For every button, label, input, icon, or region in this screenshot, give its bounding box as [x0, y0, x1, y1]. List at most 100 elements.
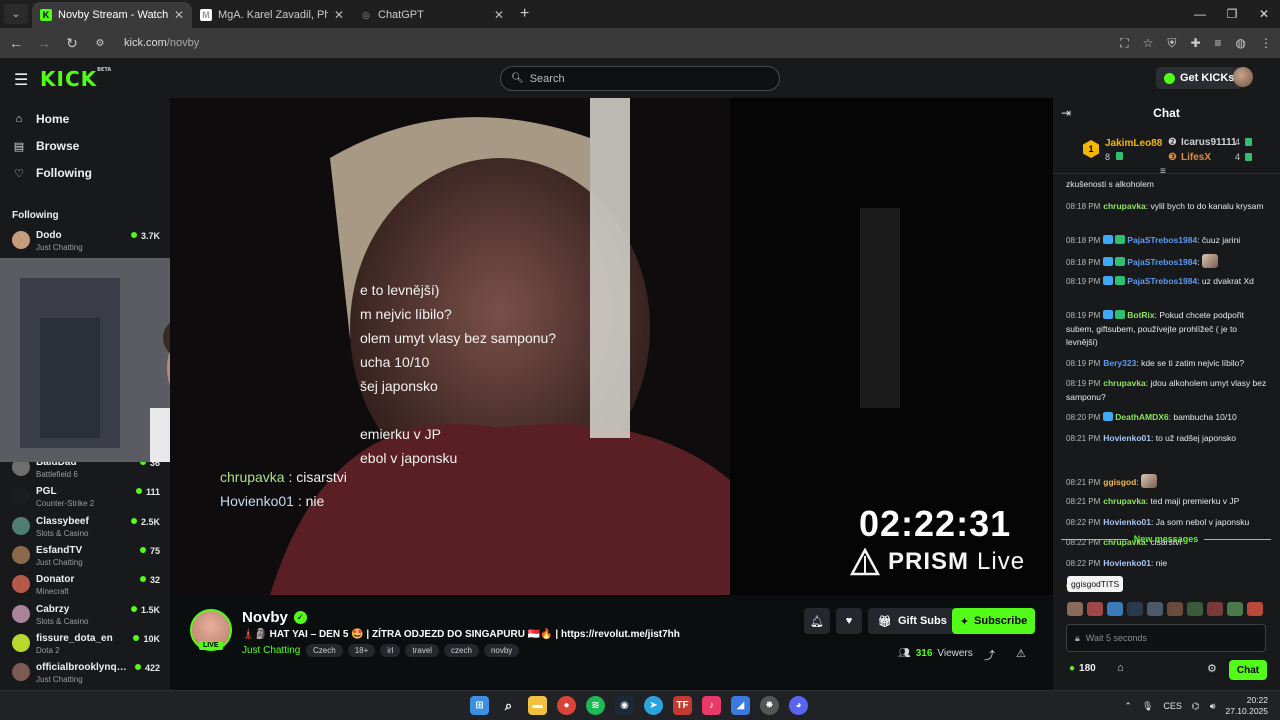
report-icon[interactable]: ⚠: [1016, 647, 1026, 660]
message-username[interactable]: chrupavka: [1103, 537, 1146, 547]
stream-tag[interactable]: irl: [380, 644, 401, 657]
forward-icon[interactable]: →: [36, 35, 52, 51]
sidebar-item-browse[interactable]: ▤ Browse: [12, 139, 80, 153]
sidebar-channel[interactable]: PGL Counter-Strike 2 111: [12, 485, 160, 513]
menu-icon[interactable]: ☰: [14, 70, 28, 90]
close-tab-icon[interactable]: ✕: [494, 8, 504, 22]
quick-emote-icon[interactable]: [1107, 602, 1123, 616]
media-controls-icon[interactable]: ≡: [1215, 36, 1222, 51]
chrome-icon[interactable]: ●: [557, 696, 576, 715]
file-explorer-icon[interactable]: ▬: [528, 696, 547, 715]
channel-points[interactable]: 180: [1069, 663, 1096, 674]
site-info-icon[interactable]: ⚙: [92, 38, 108, 49]
translate-icon[interactable]: ⛶: [1120, 36, 1128, 51]
message-username[interactable]: PajaSTrebos1984: [1127, 235, 1197, 245]
store-icon[interactable]: ⌂: [1117, 662, 1124, 674]
browser-menu-icon[interactable]: ⋮: [1260, 36, 1272, 51]
message-username[interactable]: PajaSTrebos1984: [1127, 276, 1197, 286]
notifications-button[interactable]: 🔔︎: [804, 608, 830, 634]
taskbar-search-icon[interactable]: ⌕: [499, 696, 518, 715]
sidebar-channel[interactable]: Dodo Just Chatting 3.7K: [12, 229, 160, 257]
follow-button[interactable]: ♥: [836, 608, 862, 634]
stream-tag[interactable]: travel: [405, 644, 440, 657]
message-username[interactable]: Hovienko01: [1103, 558, 1151, 568]
message-username[interactable]: Hovienko01: [1103, 433, 1151, 443]
discord-icon[interactable]: ◕: [789, 696, 808, 715]
user-avatar[interactable]: [1233, 67, 1253, 87]
share-icon[interactable]: ⤴: [984, 647, 995, 663]
sidebar-channel[interactable]: EsfandTV Just Chatting 75: [12, 544, 160, 572]
browser-tab[interactable]: M MgA. Karel Zavadil, Ph.D. ✕: [192, 2, 352, 28]
send-chat-button[interactable]: Chat: [1229, 660, 1267, 680]
network-app-icon[interactable]: ✸: [760, 696, 779, 715]
back-icon[interactable]: ←: [8, 35, 24, 51]
quick-emote-icon[interactable]: [1127, 602, 1143, 616]
quick-emote-icon[interactable]: [1167, 602, 1183, 616]
extension-shield-icon[interactable]: ⛨: [1167, 36, 1176, 51]
message-username[interactable]: BotRix: [1127, 310, 1154, 320]
browser-tab[interactable]: ◎ ChatGPT ✕: [352, 2, 512, 28]
profile-icon[interactable]: ◍: [1236, 36, 1246, 51]
extensions-icon[interactable]: ✚: [1190, 36, 1200, 51]
chat-settings-icon[interactable]: ⚙: [1207, 662, 1217, 675]
message-username[interactable]: Bery323: [1103, 358, 1136, 368]
sidebar-item-following[interactable]: ♡ Following: [12, 166, 92, 180]
quick-emote-icon[interactable]: [1247, 602, 1263, 616]
sidebar-channel[interactable]: fissure_dota_en Dota 2 10K: [12, 632, 160, 660]
tiktok-icon[interactable]: ♪: [702, 696, 721, 715]
message-username[interactable]: chrupavka: [1103, 201, 1146, 211]
gift-subs-button[interactable]: 🎁︎ Gift Subs: [868, 608, 957, 634]
language-indicator[interactable]: CES: [1163, 701, 1182, 711]
minimize-icon[interactable]: —: [1184, 0, 1216, 28]
telegram-icon[interactable]: ➤: [644, 696, 663, 715]
app-icon[interactable]: ◢: [731, 696, 750, 715]
close-tab-icon[interactable]: ✕: [174, 8, 184, 22]
tab-search-button[interactable]: ⌄: [4, 4, 28, 24]
chat-input-box[interactable]: 🔒︎: [1066, 624, 1266, 652]
message-username[interactable]: PajaSTrebos1984: [1127, 257, 1197, 267]
leader-name[interactable]: Icarus91111: [1181, 137, 1237, 148]
get-kicks-button[interactable]: Get KICKs: [1156, 67, 1243, 89]
quick-emote-icon[interactable]: [1067, 602, 1083, 616]
message-username[interactable]: DeathAMDX6: [1115, 412, 1168, 422]
streamer-name[interactable]: Novby: [242, 609, 288, 626]
quick-emote-icon[interactable]: [1227, 602, 1243, 616]
microphone-icon[interactable]: 🎙︎: [1142, 701, 1153, 712]
reload-icon[interactable]: ↻: [64, 35, 80, 52]
expand-leaderboard-icon[interactable]: ≡: [1160, 166, 1166, 177]
video-player[interactable]: e to levnější) m nejvic líbilo? olem umy…: [170, 98, 1053, 595]
subscribe-button[interactable]: ✦ Subscribe: [952, 608, 1035, 634]
leader-name[interactable]: JakimLeo88: [1105, 138, 1162, 149]
message-username[interactable]: ggisgod: [1103, 477, 1136, 487]
close-window-icon[interactable]: ✕: [1248, 0, 1280, 28]
sidebar-channel[interactable]: Cabrzy Slots & Casino 1.5K: [12, 603, 160, 631]
kick-logo[interactable]: KICKBETA: [40, 67, 111, 91]
stream-category[interactable]: Just Chatting: [242, 645, 300, 656]
stream-tag[interactable]: Czech: [306, 644, 343, 657]
quick-emote-icon[interactable]: [1147, 602, 1163, 616]
search-bar[interactable]: 🔍︎: [500, 66, 780, 91]
volume-icon[interactable]: 🔊︎: [1210, 701, 1216, 712]
sidebar-channel[interactable]: Donator Minecraft 32: [12, 573, 160, 601]
chat-input[interactable]: [1085, 633, 1246, 643]
tray-expand-icon[interactable]: ⌃: [1124, 701, 1132, 712]
message-username[interactable]: Hovienko01: [1103, 517, 1151, 527]
message-username[interactable]: chrupavka: [1103, 378, 1146, 388]
sidebar-item-home[interactable]: ⌂ Home: [12, 112, 70, 126]
spotify-icon[interactable]: ≋: [586, 696, 605, 715]
browser-tab[interactable]: K Novby Stream - Watch Live ✕: [32, 2, 192, 28]
clock[interactable]: 20:22 27.10.2025: [1225, 695, 1268, 717]
stream-tag[interactable]: 18+: [347, 644, 376, 657]
stream-tag[interactable]: novby: [483, 644, 520, 657]
steam-icon[interactable]: ◉: [615, 696, 634, 715]
restore-icon[interactable]: ❐: [1216, 0, 1248, 28]
sidebar-channel[interactable]: Classybeef Slots & Casino 2.5K: [12, 515, 160, 543]
network-icon[interactable]: ⌬: [1192, 701, 1200, 712]
url-field[interactable]: kick.com/novby: [124, 37, 199, 49]
quick-emote-icon[interactable]: [1187, 602, 1203, 616]
new-tab-button[interactable]: +: [520, 5, 529, 23]
quick-emote-icon[interactable]: [1087, 602, 1103, 616]
search-input[interactable]: [529, 72, 750, 85]
bookmark-star-icon[interactable]: ☆: [1143, 36, 1154, 51]
start-icon[interactable]: ⊞: [470, 696, 489, 715]
